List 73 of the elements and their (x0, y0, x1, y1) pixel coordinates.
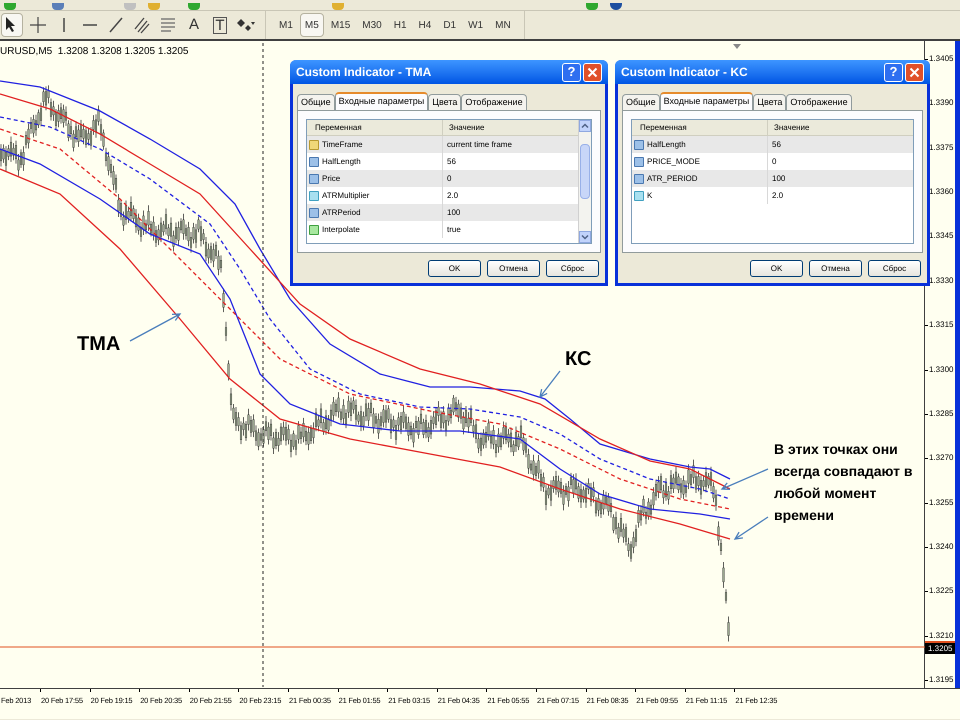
column-header[interactable]: Переменная (632, 120, 768, 135)
price-label: 1.3330 (929, 276, 954, 286)
parameter-name: ATRMultiplier (322, 190, 370, 202)
parameter-value[interactable]: 0 (768, 156, 913, 168)
price-label: 1.3285 (929, 408, 954, 419)
parameter-name: HalfLength (647, 138, 686, 150)
dialog-button[interactable]: Отмена (809, 260, 862, 277)
dialog-tab[interactable]: Отображение (461, 94, 527, 110)
parameter-value[interactable]: current time frame (443, 138, 578, 150)
parameter-value[interactable]: 56 (768, 138, 913, 150)
price-label: 1.3300 (929, 364, 954, 375)
price-label: 1.3225 (929, 586, 954, 596)
column-header[interactable]: Значение (768, 120, 913, 135)
dialog-tab[interactable]: Цвета (753, 94, 786, 110)
price-label: 1.3270 (929, 453, 954, 464)
parameter-value[interactable]: true (443, 224, 578, 236)
annotation-text: TMA (77, 332, 120, 357)
timeframe-button[interactable]: H1 (388, 13, 412, 37)
parameter-value[interactable]: 56 (443, 156, 578, 168)
dialog-button[interactable]: Отмена (487, 260, 540, 277)
timeframe-button[interactable]: MN (490, 13, 516, 37)
dialog-button[interactable]: Сброс (546, 260, 599, 277)
dialog-button[interactable]: OK (750, 260, 803, 277)
parameter-name: Price (322, 172, 340, 184)
parameter-name: PRICE_MODE (647, 156, 700, 168)
price-label: 1.3240 (929, 542, 954, 552)
chart-header: URUSD,M5 1.3208 1.3208 1.3205 1.3205 (0, 45, 188, 59)
timeframe-button[interactable]: M15 (326, 13, 356, 37)
dialog-tab[interactable]: Входные параметры (660, 92, 754, 110)
price-label: 1.3360 (929, 187, 954, 198)
text-label-tool[interactable]: T (209, 13, 231, 37)
price-label: 1.3390 (929, 98, 954, 108)
parameter-value[interactable]: 2.0 (443, 190, 578, 202)
window-title: Custom Indicator - KC (621, 64, 749, 81)
timeframe-button[interactable]: M5 (300, 13, 324, 37)
parameter-name: ATRPeriod (322, 206, 361, 218)
parameter-value[interactable]: 100 (443, 206, 578, 218)
annotation-text: В этих точках они всегда совпадают в любой момент времени (774, 440, 914, 525)
timeframe-button[interactable]: D1 (438, 13, 462, 37)
dialog-tab[interactable]: Общие (297, 94, 335, 110)
price-label: 1.3255 (929, 498, 954, 508)
parameter-name: K (647, 190, 652, 202)
price-label: 1.3210 (929, 630, 954, 641)
parameter-name: TimeFrame (322, 138, 363, 150)
price-label: 1.3375 (929, 142, 954, 153)
column-header[interactable]: Значение (443, 120, 578, 135)
timeframe-button[interactable]: H4 (414, 13, 436, 37)
column-header[interactable]: Переменная (307, 120, 443, 135)
dialog-tab[interactable]: Отображение (786, 94, 852, 110)
dialog-button[interactable]: Сброс (868, 260, 921, 277)
parameter-value[interactable]: 100 (768, 172, 913, 184)
annotation-text: КС (565, 347, 592, 372)
help-button[interactable]: ? (884, 62, 903, 82)
window-title: Custom Indicator - TMA (296, 64, 432, 81)
parameter-value[interactable]: 2.0 (768, 190, 913, 202)
price-label: 1.3315 (929, 320, 954, 330)
timeframe-button[interactable]: M30 (357, 13, 387, 37)
timeframe-button[interactable]: W1 (463, 13, 488, 37)
price-label: 1.3405 (929, 54, 954, 64)
text-tool[interactable]: A (183, 13, 205, 37)
dialog-tab[interactable]: Цвета (428, 94, 462, 110)
parameter-value[interactable]: 0 (443, 172, 578, 184)
help-button[interactable]: ? (562, 62, 581, 82)
timeframe-button[interactable]: M1 (274, 13, 298, 37)
dialog-tab[interactable]: Общие (622, 94, 660, 110)
dialog-tab[interactable]: Входные параметры (334, 92, 428, 110)
current-price-tag: 1.3205 (925, 641, 955, 654)
dialog-button[interactable]: OK (428, 260, 481, 277)
parameter-name: Interpolate (322, 224, 360, 236)
price-label: 1.3345 (929, 231, 954, 242)
parameter-name: HalfLength (322, 156, 361, 168)
parameter-name: ATR_PERIOD (647, 172, 698, 184)
price-label: 1.3195 (929, 675, 954, 686)
